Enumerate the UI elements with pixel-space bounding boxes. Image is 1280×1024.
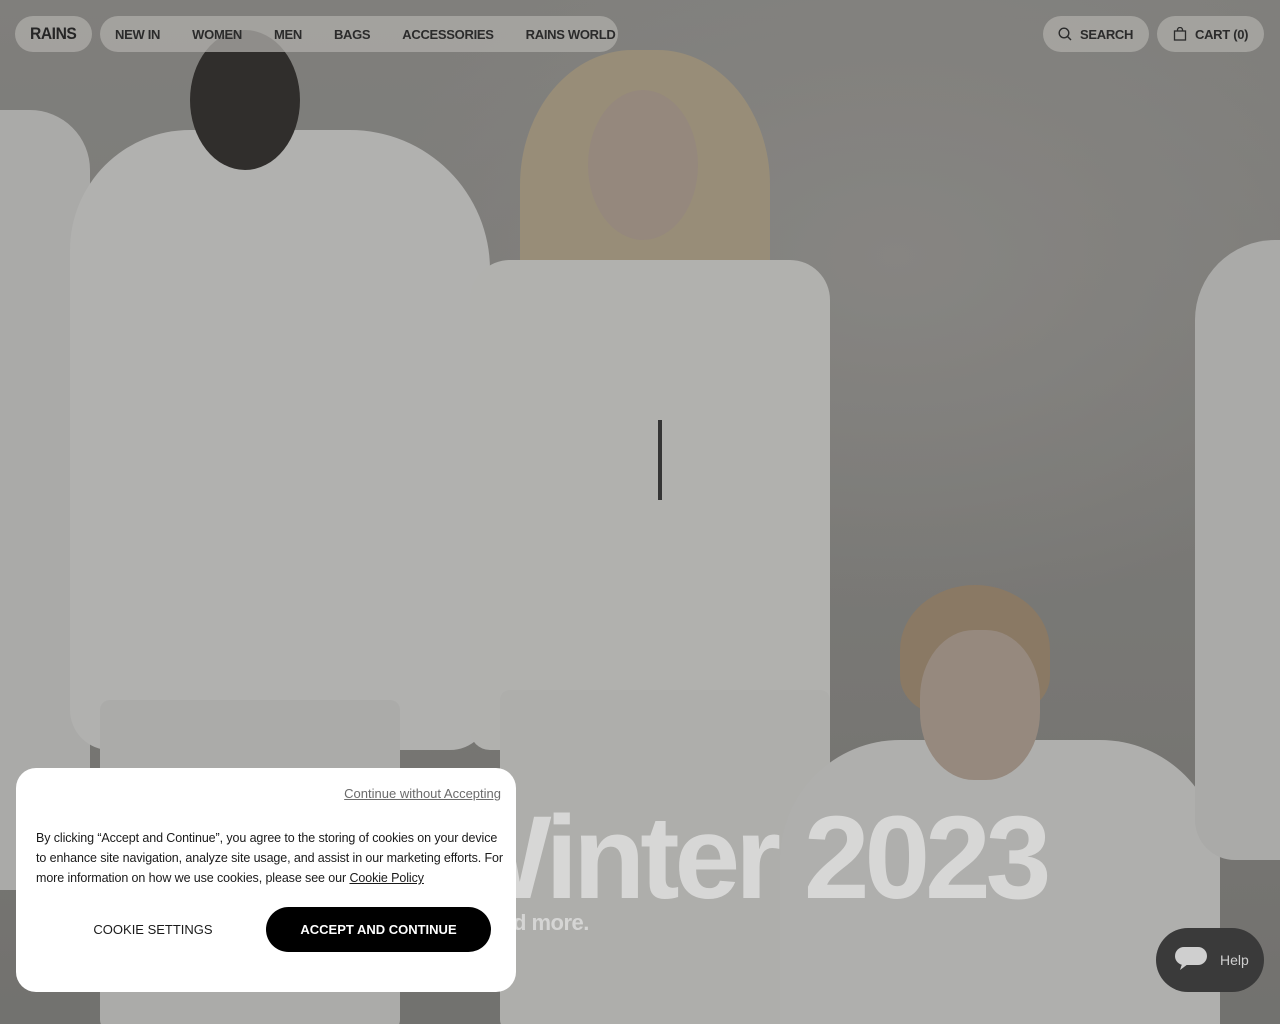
cart-button[interactable]: CART (0)	[1157, 16, 1264, 52]
help-label: Help	[1220, 952, 1249, 968]
nav-item-new-in[interactable]: NEW IN	[115, 27, 160, 42]
nav-item-rains-world[interactable]: RAINS WORLD	[526, 27, 616, 42]
hero-headline[interactable]: Winter 2023	[440, 790, 1051, 926]
main-nav: NEW IN WOMEN MEN BAGS ACCESSORIES RAINS …	[100, 16, 618, 52]
cookie-policy-link[interactable]: Cookie Policy	[349, 871, 424, 885]
shopping-bag-icon	[1173, 27, 1187, 41]
search-label: SEARCH	[1080, 26, 1134, 42]
chat-bubble-icon	[1174, 945, 1210, 976]
search-button[interactable]: SEARCH	[1043, 16, 1149, 52]
help-button[interactable]: Help	[1156, 928, 1264, 992]
logo-link[interactable]: RAINS	[15, 16, 92, 52]
accept-and-continue-button[interactable]: ACCEPT AND CONTINUE	[266, 907, 491, 952]
cookie-settings-button[interactable]: COOKIE SETTINGS	[36, 907, 270, 952]
nav-item-women[interactable]: WOMEN	[192, 27, 242, 42]
brand-logo: RAINS	[30, 24, 77, 43]
cart-label: CART (0)	[1195, 26, 1249, 42]
nav-item-men[interactable]: MEN	[274, 27, 302, 42]
cookie-consent-text: By clicking “Accept and Continue”, you a…	[36, 828, 506, 888]
search-icon	[1058, 27, 1072, 41]
nav-item-bags[interactable]: BAGS	[334, 27, 371, 42]
cookie-consent-dialog: Continue without Accepting By clicking “…	[16, 768, 516, 992]
nav-item-accessories[interactable]: ACCESSORIES	[402, 27, 494, 42]
continue-without-accepting-link[interactable]: Continue without Accepting	[344, 786, 501, 801]
cookie-consent-body: By clicking “Accept and Continue”, you a…	[36, 831, 503, 885]
